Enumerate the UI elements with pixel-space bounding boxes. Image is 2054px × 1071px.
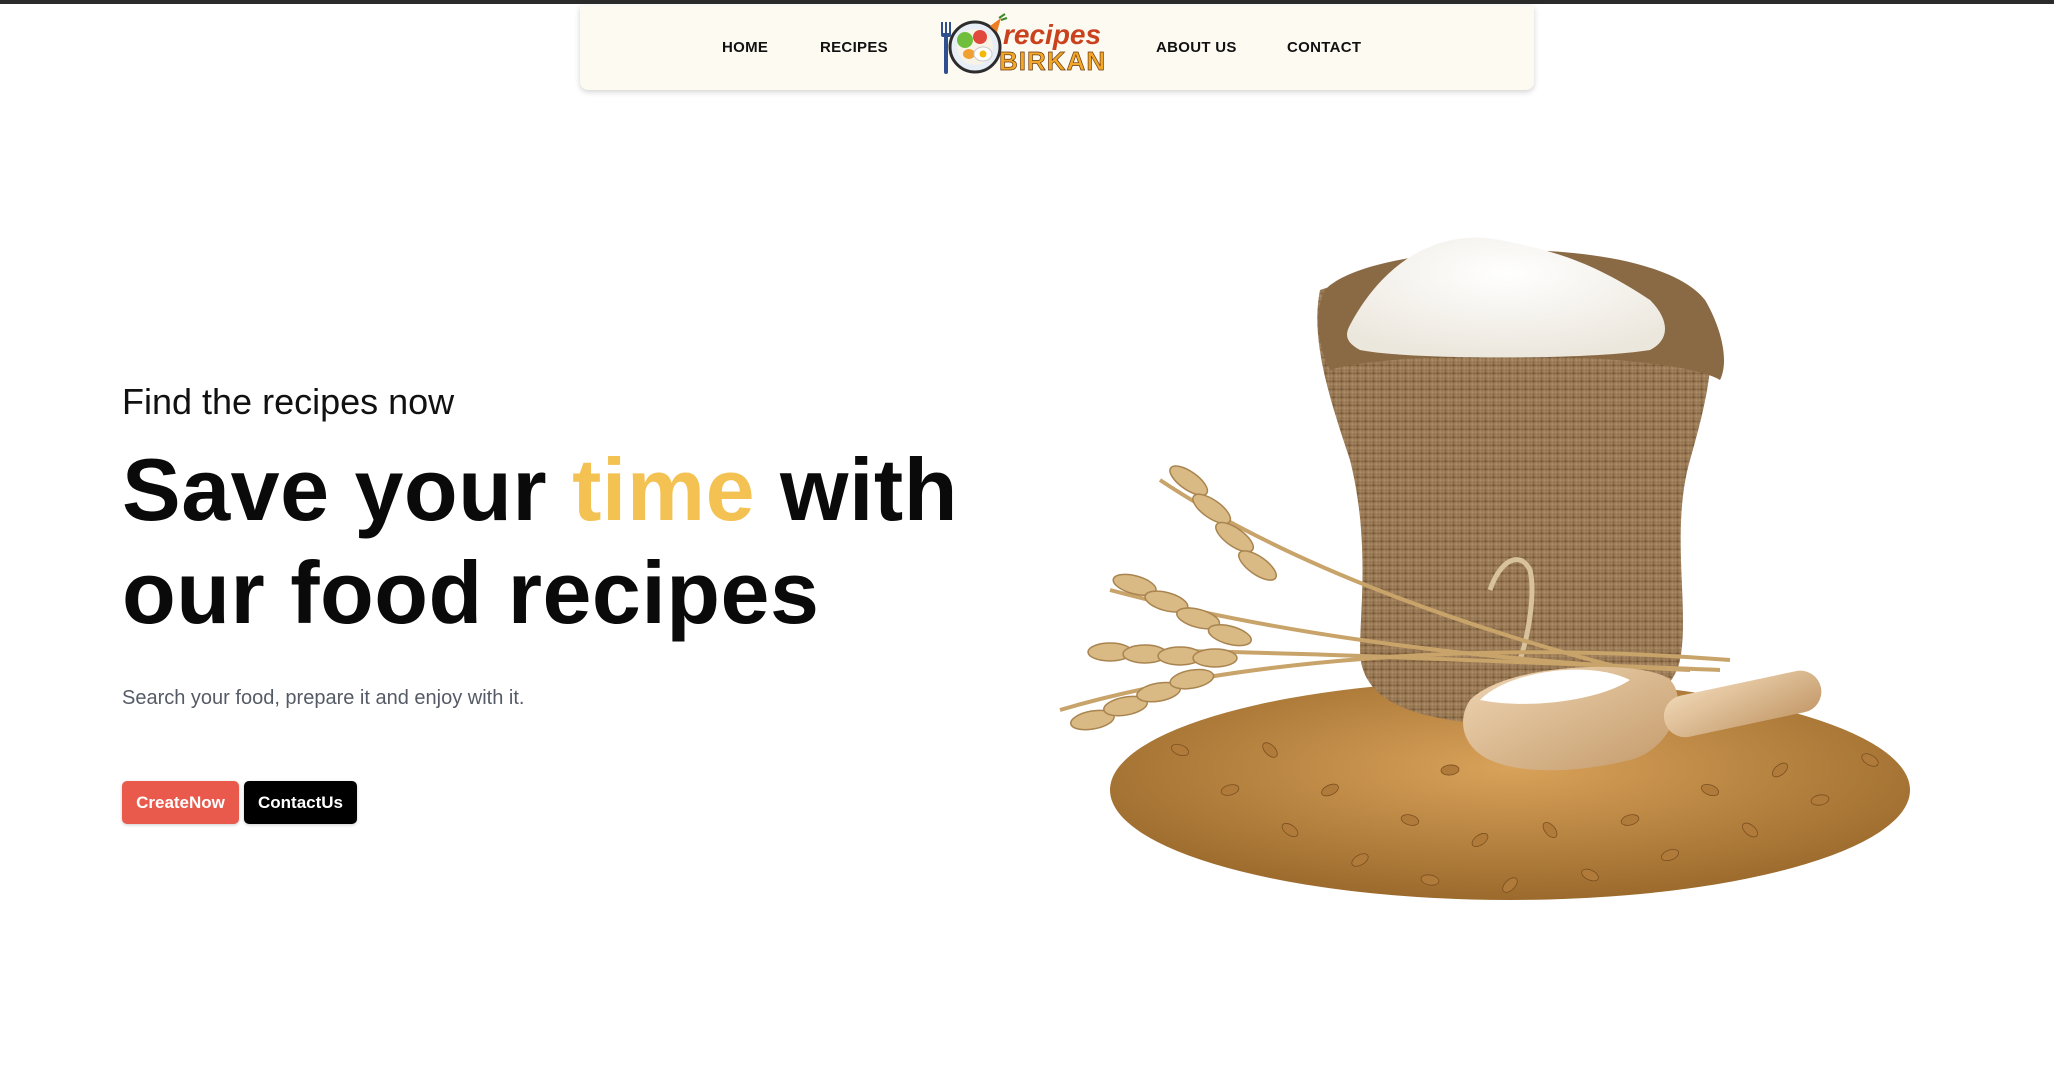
create-now-button[interactable]: CreateNow — [122, 781, 239, 824]
flour-sack-image — [1030, 230, 1950, 910]
logo-graphic: recipes BIRKAN — [941, 13, 1105, 76]
plate-icon — [948, 20, 1002, 74]
nav-contact-link[interactable]: CONTACT — [1287, 39, 1361, 56]
nav-recipes-link[interactable]: RECIPES — [820, 39, 888, 56]
nav-about-link[interactable]: ABOUT US — [1156, 39, 1237, 56]
recipes-birkan-logo[interactable]: recipes BIRKAN — [935, 12, 1105, 82]
hero-title-accent: time — [572, 440, 756, 539]
navbar: HOME RECIPES recipes BIRKAN ABOUT US CON… — [580, 6, 1534, 90]
hero-subtitle: Find the recipes now — [122, 381, 455, 422]
hero-title-part1: Save your — [122, 440, 573, 539]
hero-description: Search your food, prepare it and enjoy w… — [122, 687, 525, 709]
contact-us-button[interactable]: ContactUs — [244, 781, 357, 824]
top-border — [0, 0, 2054, 4]
logo-word-birkan: BIRKAN — [999, 46, 1105, 76]
hero-title: Save your time with our food recipes — [122, 438, 1002, 644]
wheat-ears — [1069, 465, 1278, 731]
nav-home-link[interactable]: HOME — [722, 39, 768, 56]
